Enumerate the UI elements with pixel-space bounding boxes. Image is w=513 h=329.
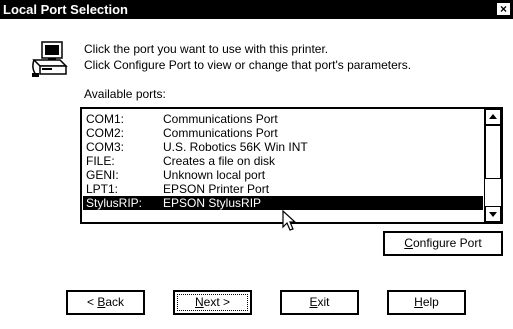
exit-mnemonic: E xyxy=(309,295,318,309)
close-button[interactable]: × xyxy=(496,2,511,16)
port-row[interactable]: COM3: U.S. Robotics 56K Win INT xyxy=(83,140,483,154)
port-description: Communications Port xyxy=(163,126,278,140)
mouse-pointer-icon xyxy=(282,210,297,231)
next-button[interactable]: Next > xyxy=(173,290,252,315)
configure-port-button[interactable]: Configure Port xyxy=(383,231,503,256)
back-prefix: < xyxy=(86,295,98,309)
port-name: COM2: xyxy=(86,126,125,140)
scroll-up-button[interactable] xyxy=(485,109,501,125)
local-port-selection-dialog: Local Port Selection × Click the port yo… xyxy=(0,0,513,329)
available-ports-label: Available ports: xyxy=(84,87,166,101)
port-description: Unknown local port xyxy=(163,168,266,182)
port-row[interactable]: StylusRIP: EPSON StylusRIP xyxy=(83,196,483,210)
exit-button[interactable]: Exit xyxy=(280,290,359,315)
port-description: Communications Port xyxy=(163,112,278,126)
back-button[interactable]: < Back xyxy=(66,290,145,315)
exit-label: xit xyxy=(317,295,330,309)
port-description: U.S. Robotics 56K Win INT xyxy=(163,140,308,154)
port-row[interactable]: COM1: Communications Port xyxy=(83,112,483,126)
port-row[interactable]: GENI: Unknown local port xyxy=(83,168,483,182)
close-icon: × xyxy=(499,2,507,16)
configure-label: onfigure Port xyxy=(412,236,482,250)
scroll-down-button[interactable] xyxy=(485,206,501,222)
port-name: GENI: xyxy=(86,168,119,182)
port-name: FILE: xyxy=(86,154,115,168)
port-row[interactable]: COM2: Communications Port xyxy=(83,126,483,140)
available-ports-listbox[interactable]: COM1: Communications Port COM2: Communicati… xyxy=(80,107,503,224)
port-description: EPSON Printer Port xyxy=(163,182,270,196)
window-title: Local Port Selection xyxy=(3,2,128,17)
port-description: Creates a file on disk xyxy=(163,154,276,168)
title-bar: Local Port Selection × xyxy=(0,0,513,19)
port-name: COM3: xyxy=(86,140,125,154)
port-name: COM1: xyxy=(86,112,125,126)
port-row[interactable]: LPT1: EPSON Printer Port xyxy=(83,182,483,196)
next-mnemonic: N xyxy=(194,295,204,309)
back-label: ack xyxy=(105,295,125,309)
arrow-down-icon xyxy=(489,212,497,217)
port-name: LPT1: xyxy=(86,182,119,196)
vertical-scrollbar[interactable] xyxy=(484,109,501,222)
configure-mnemonic: C xyxy=(404,236,413,250)
port-list: COM1: Communications Port COM2: Communicati… xyxy=(83,112,483,210)
help-mnemonic: H xyxy=(414,295,423,309)
port-row[interactable]: FILE: Creates a file on disk xyxy=(83,154,483,168)
next-label: ext > xyxy=(203,295,231,309)
printer-icon xyxy=(32,41,68,77)
port-name: StylusRIP: xyxy=(86,196,143,210)
arrow-up-icon xyxy=(489,114,497,119)
help-button[interactable]: Help xyxy=(387,290,466,315)
instruction-line-2: Click Configure Port to view or change t… xyxy=(84,58,412,72)
instruction-line-1: Click the port you want to use with this… xyxy=(84,42,329,56)
port-description: EPSON StylusRIP xyxy=(163,196,262,210)
scroll-thumb[interactable] xyxy=(485,125,501,179)
help-label: elp xyxy=(422,295,439,309)
